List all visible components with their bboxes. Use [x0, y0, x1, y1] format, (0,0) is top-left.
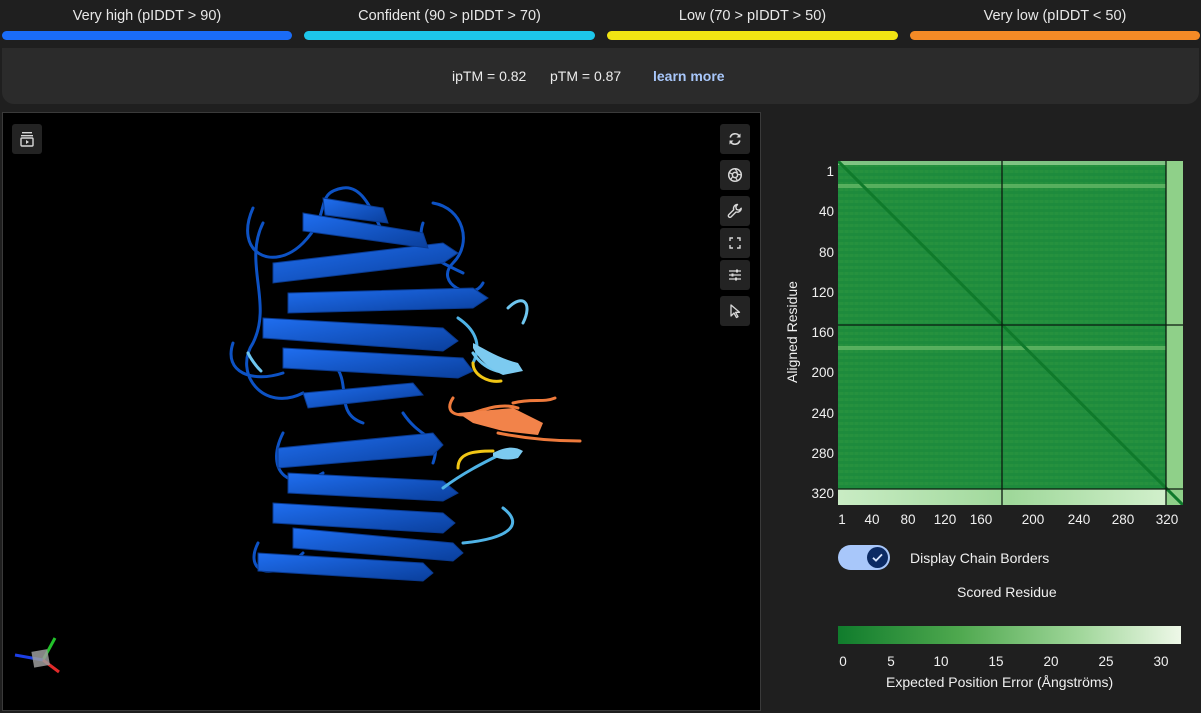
legend-low: Low (70 > pIDDT > 50)	[607, 0, 898, 44]
colorbar-tick: 20	[1043, 654, 1059, 669]
pae-x-tick: 200	[1021, 512, 1045, 527]
check-icon	[872, 553, 883, 562]
pae-y-tick: 1	[826, 164, 834, 179]
pae-x-tick: 240	[1067, 512, 1091, 527]
legend-confident: Confident (90 > pIDDT > 70)	[304, 0, 595, 44]
legend-very-high: Very high (pIDDT > 90)	[2, 0, 292, 44]
pae-x-tick: 80	[900, 512, 916, 527]
pae-heatmap[interactable]	[838, 161, 1183, 505]
pae-x-tick: 1	[838, 512, 846, 527]
legend-label: Very high (pIDDT > 90)	[72, 8, 222, 24]
pae-x-tick: 280	[1111, 512, 1135, 527]
pae-y-tick: 160	[811, 325, 834, 340]
colorbar-tick: 10	[933, 654, 949, 669]
colorbar-tick: 30	[1153, 654, 1169, 669]
plddt-legend: Very high (pIDDT > 90) Confident (90 > p…	[0, 0, 1201, 44]
scores-panel: ipTM = 0.82 pTM = 0.87 learn more	[2, 48, 1199, 104]
learn-more-link[interactable]: learn more	[653, 68, 725, 84]
colorbar-label: Expected Position Error (Ångströms)	[886, 674, 1114, 690]
legend-label: Very low (pIDDT < 50)	[983, 8, 1127, 24]
chain-borders-label: Display Chain Borders	[910, 550, 1050, 566]
structure-viewer[interactable]	[2, 112, 761, 711]
axis-gizmo	[14, 637, 60, 674]
pae-x-axis-label: Scored Residue	[957, 584, 1057, 600]
legend-color-bar	[304, 31, 595, 40]
pae-x-tick: 160	[969, 512, 993, 527]
pae-x-tick: 40	[864, 512, 880, 527]
pae-x-tick: 120	[933, 512, 957, 527]
pae-y-tick: 200	[811, 365, 834, 380]
legend-color-bar	[2, 31, 292, 40]
toggle-knob	[867, 547, 888, 568]
pae-colorbar	[838, 626, 1181, 644]
legend-label: Confident (90 > pIDDT > 70)	[358, 8, 541, 24]
pae-y-axis-label: Aligned Residue	[784, 281, 800, 383]
pae-y-tick: 120	[811, 285, 834, 300]
legend-very-low: Very low (pIDDT < 50)	[910, 0, 1200, 44]
pae-y-tick: 280	[811, 446, 834, 461]
legend-color-bar	[607, 31, 898, 40]
iptm-score: ipTM = 0.82	[452, 68, 527, 84]
pae-y-tick: 80	[818, 245, 834, 260]
legend-color-bar	[910, 31, 1200, 40]
colorbar-tick: 25	[1098, 654, 1114, 669]
ptm-score: pTM = 0.87	[550, 68, 622, 84]
legend-label: Low (70 > pIDDT > 50)	[678, 8, 827, 24]
chain-borders-toggle[interactable]	[838, 545, 890, 570]
pae-y-tick: 40	[818, 204, 834, 219]
pae-x-tick: 320	[1155, 512, 1179, 527]
pae-y-tick: 240	[811, 406, 834, 421]
colorbar-tick: 5	[887, 654, 895, 669]
colorbar-tick: 15	[988, 654, 1004, 669]
pae-y-tick: 320	[811, 486, 834, 501]
protein-structure	[14, 186, 582, 674]
colorbar-tick: 0	[839, 654, 847, 669]
